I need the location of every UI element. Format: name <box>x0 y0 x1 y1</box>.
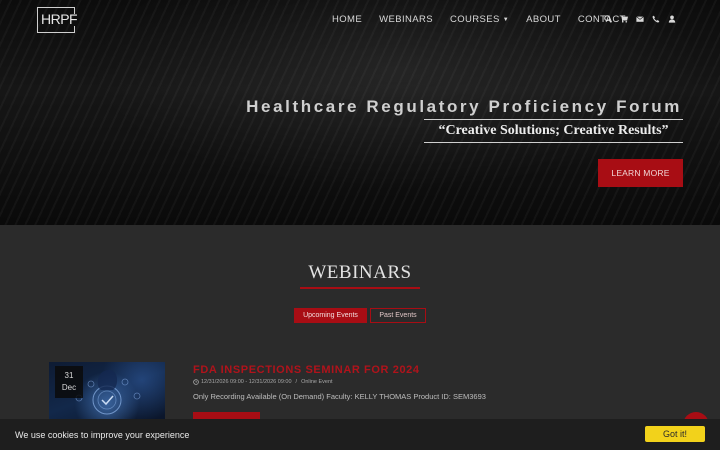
hero-banner: HRPF HOME WEBINARS COURSES ▼ ABOUT CONTAC… <box>0 0 720 225</box>
meta-separator: / <box>295 379 298 385</box>
event-title[interactable]: FDA INSPECTIONS SEMINAR FOR 2024 <box>193 364 420 376</box>
learn-more-button[interactable]: LEARN MORE <box>598 159 683 187</box>
nav-webinars-label: WEBINARS <box>379 14 433 25</box>
cart-icon[interactable] <box>620 14 628 24</box>
nav-icon-group <box>604 14 684 24</box>
event-datetime: 12/31/2026 09:00 - 12/31/2026 09:00 <box>201 379 292 385</box>
tab-past-events[interactable]: Past Events <box>370 308 426 323</box>
user-icon[interactable] <box>668 14 676 24</box>
hero-divider-top <box>424 119 683 120</box>
webinars-section: WEBINARS Upcoming Events Past Events 31 … <box>0 225 720 450</box>
main-nav: HOME WEBINARS COURSES ▼ ABOUT CONTACT <box>332 14 643 25</box>
nav-courses-label: COURSES <box>449 14 500 25</box>
caret-down-icon: ▼ <box>502 17 510 23</box>
event-date-badge: 31 Dec <box>55 366 83 398</box>
nav-home[interactable]: HOME <box>332 14 362 25</box>
event-date-month: Dec <box>61 383 77 392</box>
nav-about-label: ABOUT <box>526 14 561 25</box>
heading-underline <box>300 287 420 289</box>
hero-subtitle: “Creative Solutions; Creative Results” <box>438 123 669 138</box>
hero-title: Healthcare Regulatory Proficiency Forum <box>246 97 682 116</box>
cookie-message: We use cookies to improve your experienc… <box>15 430 190 440</box>
webinars-heading: WEBINARS <box>308 262 412 283</box>
envelope-icon[interactable] <box>636 14 644 24</box>
nav-home-label: HOME <box>332 14 363 25</box>
event-meta: 12/31/2026 09:00 - 12/31/2026 09:00 / On… <box>193 379 333 385</box>
site-logo[interactable]: HRPF <box>37 7 78 33</box>
cookie-consent-bar: We use cookies to improve your experienc… <box>0 419 720 450</box>
logo-text: HRPF <box>41 11 78 27</box>
phone-icon[interactable] <box>652 14 660 24</box>
nav-courses[interactable]: COURSES ▼ <box>450 14 509 25</box>
event-date-day: 31 <box>64 371 74 380</box>
cookie-accept-button[interactable]: Got it! <box>645 426 705 442</box>
nav-webinars[interactable]: WEBINARS <box>379 14 433 25</box>
nav-about[interactable]: ABOUT <box>526 14 561 25</box>
hero-divider-bottom <box>424 142 683 143</box>
event-description: Only Recording Available (On Demand) Fac… <box>193 392 486 401</box>
event-location: Online Event <box>301 379 333 385</box>
clock-icon <box>193 379 199 385</box>
tab-upcoming-events[interactable]: Upcoming Events <box>294 308 367 323</box>
search-icon[interactable] <box>604 14 612 24</box>
